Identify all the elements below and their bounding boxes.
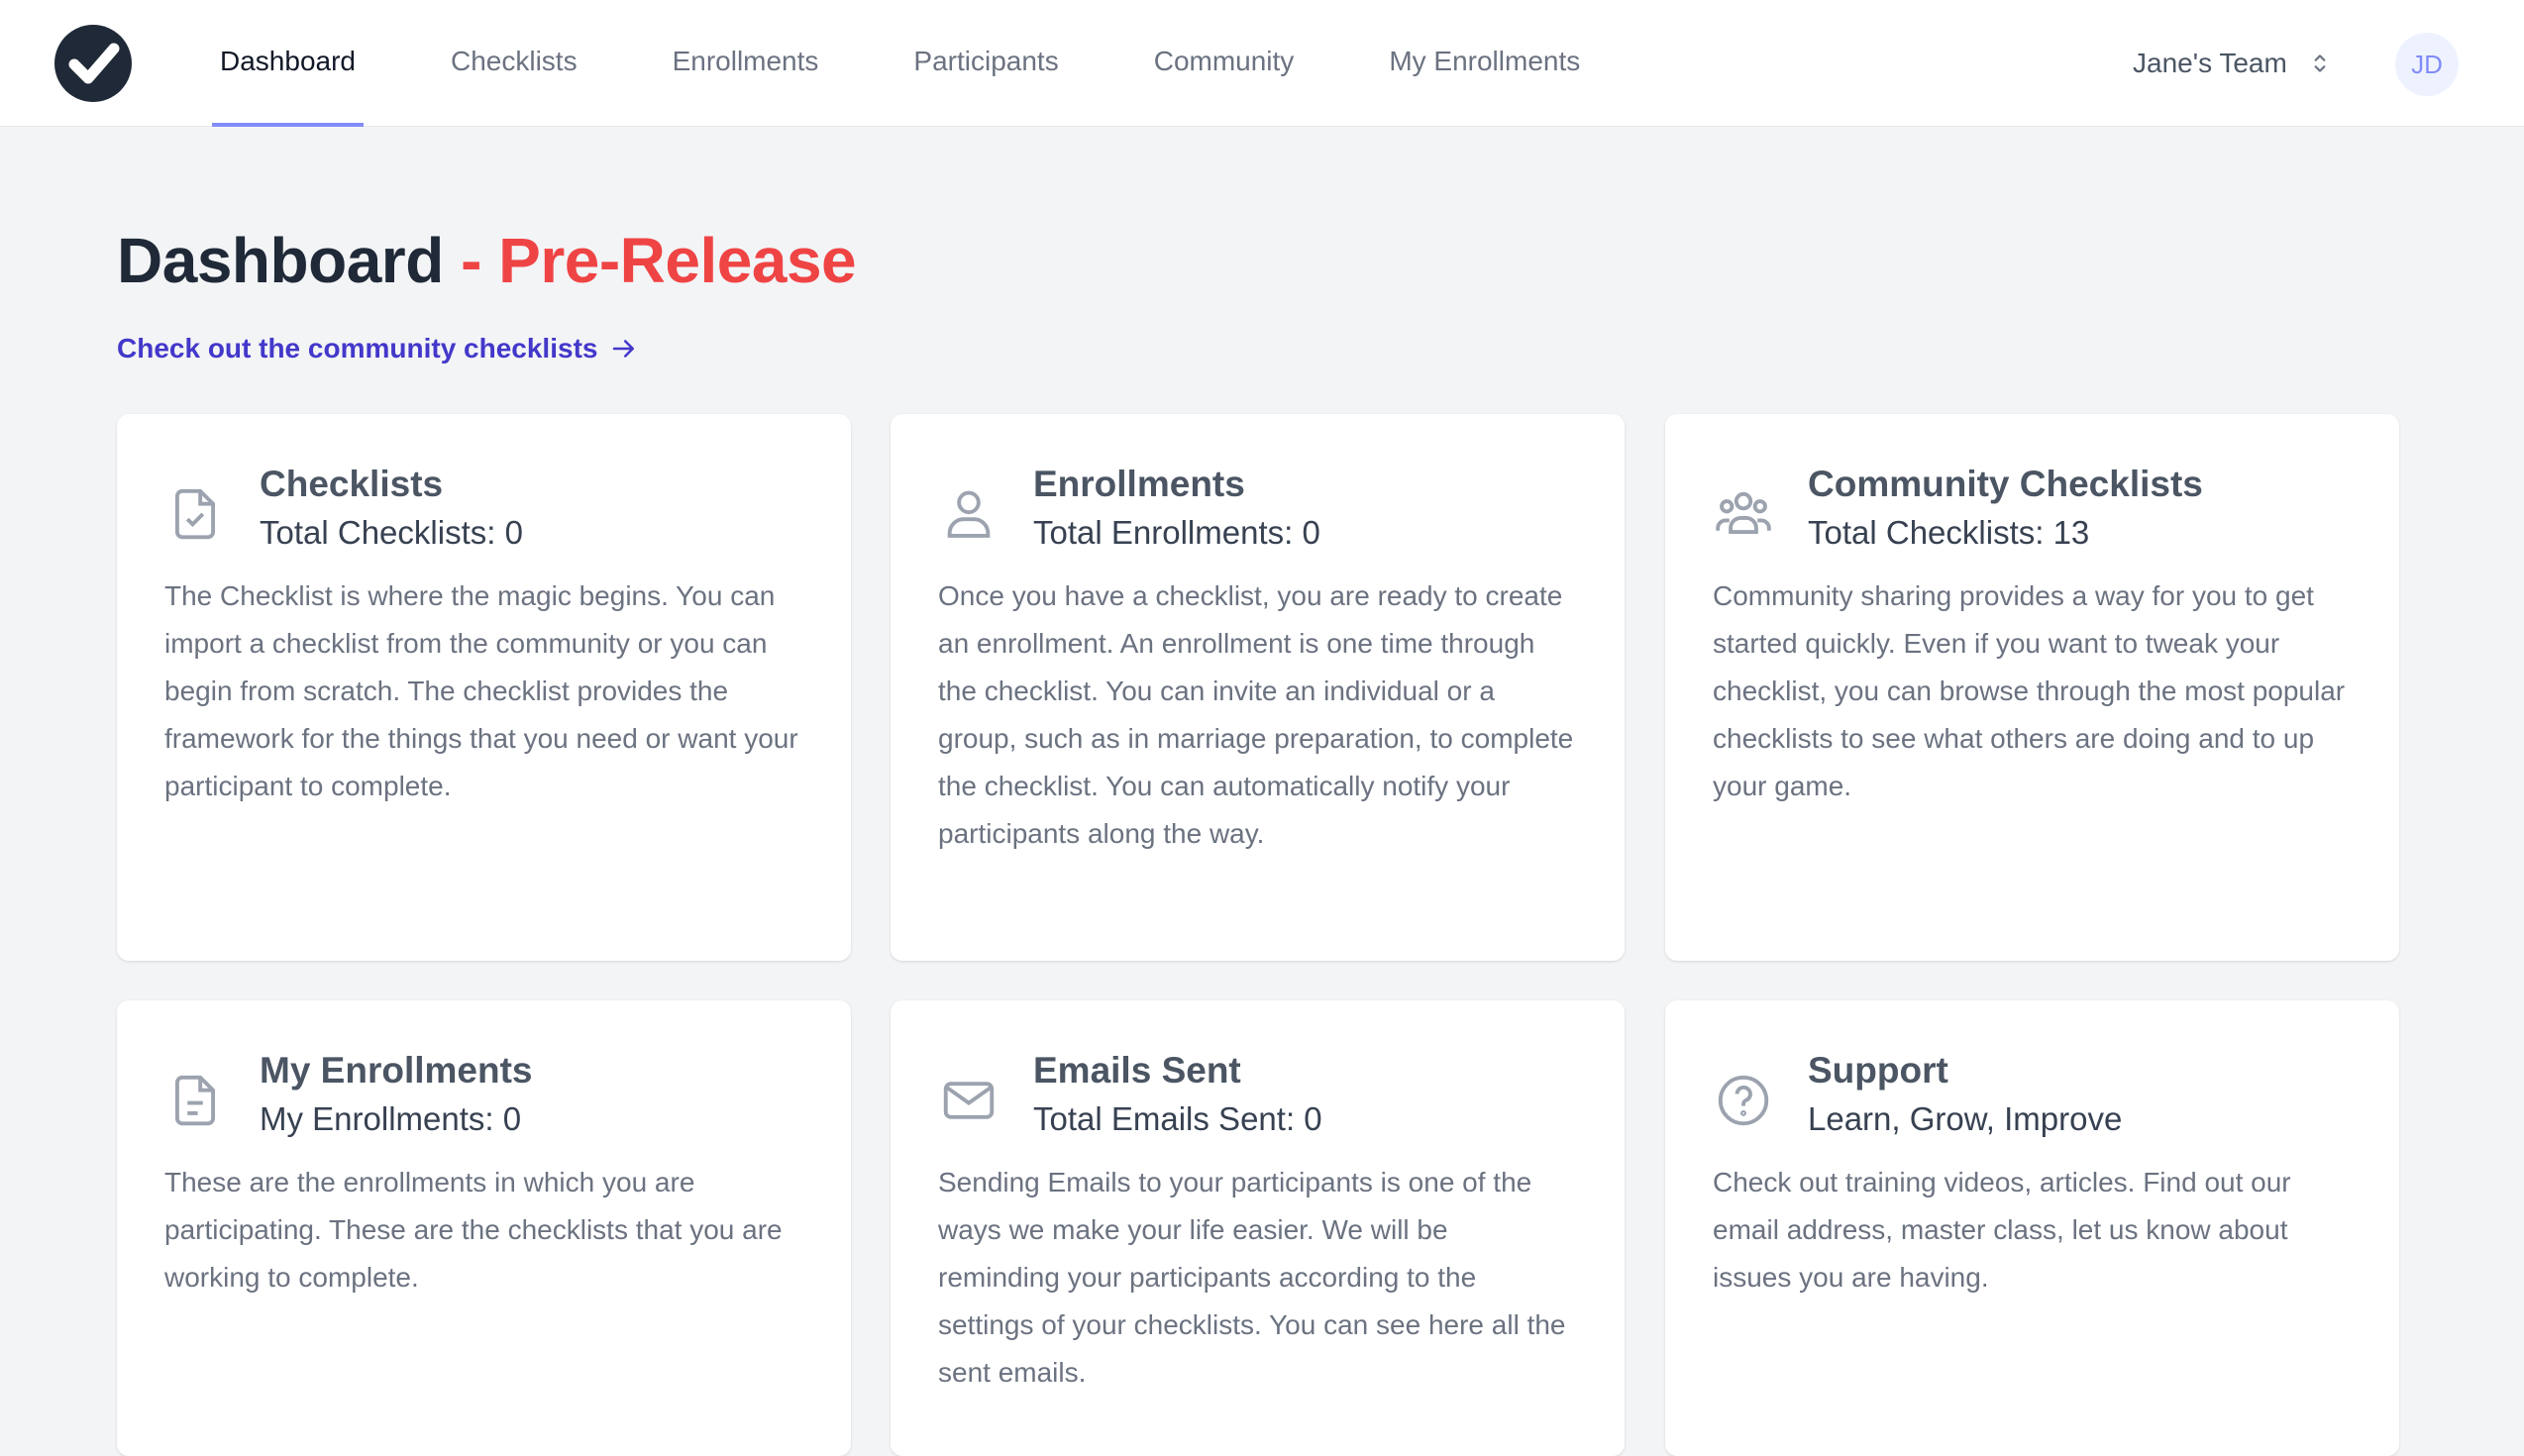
card-description: The Checklist is where the magic begins.… [164,580,798,801]
card-title: Emails Sent [1033,1050,1241,1091]
top-navbar: Dashboard Checklists Enrollments Partici… [0,0,2524,127]
card-description: Community sharing provides a way for you… [1713,580,2346,801]
card-description: Once you have a checklist, you are ready… [938,580,1574,849]
main-nav-tabs: Dashboard Checklists Enrollments Partici… [212,0,1667,127]
tab-community[interactable]: Community [1146,0,1303,127]
tab-checklists[interactable]: Checklists [443,0,585,127]
document-text-icon [174,1075,216,1126]
page-title-separator: - [461,225,481,296]
user-avatar[interactable]: JD [2395,33,2459,96]
selector-chevrons-icon [2314,54,2326,72]
community-checklists-link[interactable]: Check out the community checklists [117,333,639,364]
user-icon [947,490,991,538]
page-title-text: Dashboard [117,225,444,296]
card-description: Check out training videos, articles. Fin… [1713,1167,2291,1293]
tab-participants[interactable]: Participants [905,0,1066,127]
card-count: Total Checklists: 13 [1808,514,2090,551]
card-enrollments[interactable]: Enrollments Total Enrollments: 0 Once yo… [891,414,1625,961]
question-circle-icon [1718,1075,1769,1126]
card-description: Sending Emails to your participants is o… [938,1167,1566,1388]
team-switcher[interactable]: Jane's Team [2133,40,2333,87]
tab-enrollments[interactable]: Enrollments [665,0,827,127]
card-title: Checklists [260,464,444,504]
tab-dashboard[interactable]: Dashboard [212,0,364,127]
card-count: Total Emails Sent: 0 [1033,1100,1322,1137]
card-support[interactable]: Support Learn, Grow, Improve Check out t… [1665,1000,2399,1456]
card-count: My Enrollments: 0 [260,1100,522,1137]
card-subtitle: Learn, Grow, Improve [1808,1100,2123,1137]
card-community-checklists[interactable]: Community Checklists Total Checklists: 1… [1665,414,2399,961]
card-checklists[interactable]: Checklists Total Checklists: 0 The Check… [117,414,851,961]
card-title: Enrollments [1033,464,1245,504]
card-title: Support [1808,1050,1948,1091]
mail-icon [943,1082,995,1119]
document-check-icon [174,488,216,540]
card-description: These are the enrollments in which you a… [164,1167,783,1293]
checkmark-logo-icon[interactable] [54,25,132,102]
card-emails-sent[interactable]: Emails Sent Total Emails Sent: 0 Sending… [891,1000,1625,1456]
card-count: Total Enrollments: 0 [1033,514,1320,551]
arrow-right-icon [613,340,635,358]
community-link-label: Check out the community checklists [117,333,598,364]
release-tag: Pre-Release [498,225,857,296]
card-title: My Enrollments [260,1050,533,1091]
user-group-icon [1716,491,1771,535]
page-title: Dashboard - Pre-Release [117,224,857,297]
card-count: Total Checklists: 0 [260,514,523,551]
card-title: Community Checklists [1808,464,2203,504]
team-name: Jane's Team [2133,48,2287,78]
tab-my-enrollments[interactable]: My Enrollments [1381,0,1588,127]
card-my-enrollments[interactable]: My Enrollments My Enrollments: 0 These a… [117,1000,851,1456]
